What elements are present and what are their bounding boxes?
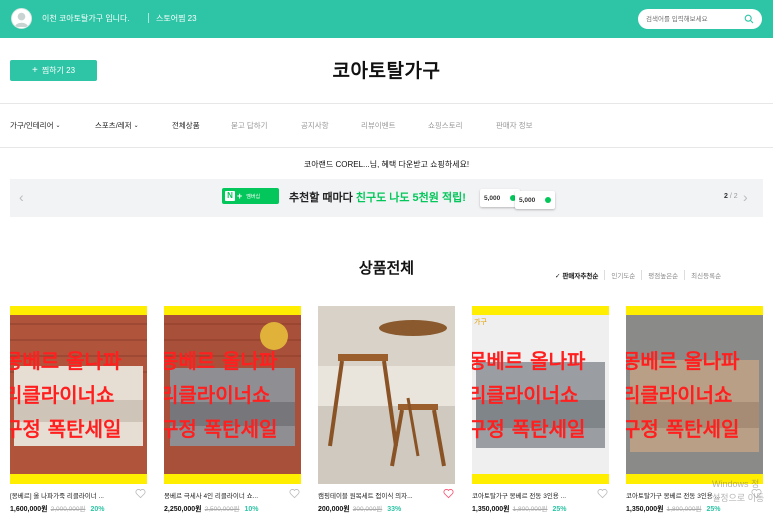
chevron-left-icon[interactable]: ‹ <box>19 189 24 205</box>
nav-item-sports[interactable]: 스포츠/레저 ⌄ <box>95 120 139 131</box>
check-icon: ✓ <box>555 273 561 280</box>
product-price: 1,350,000원 1,800,000원 25% <box>626 506 721 513</box>
chevron-right-icon[interactable]: › <box>743 189 748 205</box>
heart-icon[interactable] <box>597 488 608 499</box>
top-bar: 이천 코아토탈가구 입니다. 스토어찜 23 <box>0 0 773 38</box>
store-fav-count[interactable]: 스토어찜 23 <box>156 13 197 24</box>
nav-item-shopping-story[interactable]: 쇼핑스토리 <box>428 120 463 131</box>
product-name[interactable]: 캠핑테이블 원목세트 접이식 의자... <box>318 490 442 500</box>
product-image[interactable] <box>472 306 609 484</box>
product-card[interactable]: 코아토탈가구 몽베르 전동 3인용 ... 1,350,000원 1,800,00… <box>626 306 763 513</box>
store-avatar[interactable] <box>11 8 32 29</box>
membership-label: 멤버십 <box>246 193 261 200</box>
store-name[interactable]: 이천 코아토탈가구 입니다. <box>42 13 130 24</box>
product-card[interactable]: [몽베르] 올 나파가죽 리클라이너 ... 1,600,000원 2,000,0… <box>10 306 147 513</box>
banner-headline: 추천할 때마다 친구도 나도 5천원 적립! <box>289 192 466 204</box>
store-logo[interactable]: 코아토탈가구 <box>0 56 773 83</box>
sort-newest[interactable]: 최신등록순 <box>684 270 727 280</box>
chevron-down-icon: ⌄ <box>55 123 61 129</box>
product-name[interactable]: [몽베르] 올 나파가죽 리클라이너 ... <box>10 490 134 500</box>
banner-pager: 2 / 2 <box>724 193 738 200</box>
os-watermark: Windows 정 설정으로 이동 <box>712 479 765 503</box>
product-card[interactable]: 캠핑테이블 원목세트 접이식 의자... 200,000원 300,000원 33% <box>318 306 455 513</box>
chevron-down-icon: ⌄ <box>133 123 139 129</box>
nav-item-qna[interactable]: 묻고 답하기 <box>231 120 268 131</box>
divider <box>148 13 149 23</box>
heart-icon[interactable] <box>443 488 454 499</box>
divider <box>0 147 773 148</box>
nav-item-furniture[interactable]: 가구/인테리어 ⌄ <box>10 120 61 131</box>
naverpay-badge: N + 멤버십 <box>222 188 279 204</box>
product-price: 200,000원 300,000원 33% <box>318 506 402 513</box>
heart-icon[interactable] <box>135 488 146 499</box>
product-card[interactable]: 몽베르 극세사 4인 리클라이너 쇼... 2,250,000원 2,500,00… <box>164 306 301 513</box>
search-input[interactable] <box>646 12 742 26</box>
product-price: 1,350,000원 1,800,000원 25% <box>472 506 567 513</box>
product-card[interactable]: 코아토탈가구 몽베르 전동 3인용 ... 1,350,000원 1,800,00… <box>472 306 609 513</box>
product-image[interactable] <box>318 306 455 484</box>
nav-item-seller-info[interactable]: 판매자 정보 <box>496 120 533 131</box>
product-image[interactable] <box>626 306 763 484</box>
product-name[interactable]: 몽베르 극세사 4인 리클라이너 쇼... <box>164 490 288 500</box>
promo-banner[interactable]: ‹ N + 멤버십 추천할 때마다 친구도 나도 5천원 적립! 5,000 5… <box>10 179 763 217</box>
product-image[interactable] <box>164 306 301 484</box>
sort-popular[interactable]: 인기도순 <box>604 270 641 280</box>
product-image[interactable] <box>10 306 147 484</box>
naver-n-icon: N <box>225 191 235 201</box>
coupon-card: 5,000 <box>480 189 520 207</box>
sort-options: ✓ 판매자추천순 인기도순 평점높은순 최신등록순 <box>555 270 727 280</box>
nav-item-review-event[interactable]: 리뷰이벤트 <box>361 120 396 131</box>
product-name[interactable]: 코아토탈가구 몽베르 전동 3인용 ... <box>472 490 596 500</box>
nav-item-all-products[interactable]: 전체상품 <box>172 120 200 131</box>
search-icon[interactable] <box>744 14 754 24</box>
heart-icon[interactable] <box>289 488 300 499</box>
product-price: 1,600,000원 2,000,000원 20% <box>10 506 105 513</box>
sort-recommended[interactable]: ✓ 판매자추천순 <box>555 270 604 280</box>
category-nav: 가구/인테리어 ⌄ 스포츠/레저 ⌄ 전체상품 묻고 답하기 공지사항 리뷰이벤트 … <box>0 104 773 147</box>
search-box[interactable] <box>638 9 762 29</box>
product-price: 2,250,000원 2,500,000원 10% <box>164 506 259 513</box>
sort-rating[interactable]: 평점높은순 <box>641 270 684 280</box>
coupon-card: 5,000 <box>515 191 555 209</box>
welcome-message: 코아랜드 COREL...님, 혜택 다운받고 쇼핑하세요! <box>303 160 470 169</box>
nav-item-notice[interactable]: 공지사항 <box>301 120 329 131</box>
plus-icon: + <box>237 191 243 201</box>
